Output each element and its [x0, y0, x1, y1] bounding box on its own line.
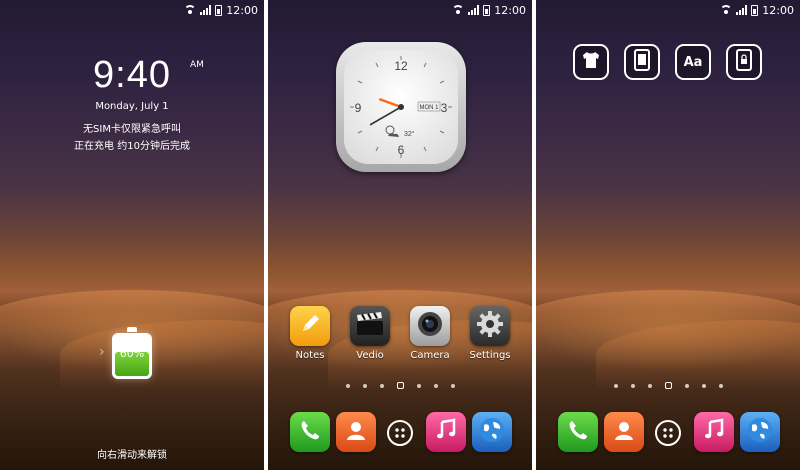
lock-screen: 12:00 9:40 AM Monday, July 1 无SIM卡仅限紧急呼叫… — [0, 0, 264, 470]
camera-app[interactable] — [410, 306, 450, 346]
phone-screen-icon — [634, 49, 650, 75]
page-dot[interactable] — [684, 383, 689, 388]
font-button[interactable]: Aa — [675, 44, 711, 80]
battery-cap — [127, 327, 137, 332]
signal-icon — [200, 5, 212, 15]
chevron-right-icon: › — [99, 344, 105, 360]
page-dot[interactable] — [433, 383, 438, 388]
notes-app[interactable] — [290, 306, 330, 346]
browser-app[interactable] — [740, 412, 780, 452]
page-dot[interactable] — [416, 383, 421, 388]
app-drawer-button[interactable] — [655, 420, 681, 446]
theme-screen: 12:00 Aa — [536, 0, 800, 470]
app-drawer-icon — [394, 424, 406, 443]
am-pm-label: AM — [190, 60, 204, 70]
contact-person-icon — [612, 418, 636, 446]
sim-notice: 无SIM卡仅限紧急呼叫 — [83, 124, 181, 135]
page-dot[interactable] — [630, 383, 635, 388]
clock-center — [398, 104, 404, 110]
clock-numeral-6: 6 — [398, 143, 405, 157]
phone-lock-icon — [736, 49, 752, 75]
globe-icon — [478, 416, 506, 448]
clock-numeral-3: 3 — [441, 101, 448, 115]
music-note-icon — [702, 418, 726, 446]
contacts-app[interactable] — [604, 412, 644, 452]
music-note-icon — [434, 418, 458, 446]
status-bar: 12:00 — [184, 2, 258, 18]
page-indicator — [536, 382, 800, 389]
phone-app[interactable] — [558, 412, 598, 452]
clock-dial: 12 3 6 9 MON 1 32° — [350, 56, 452, 158]
wifi-icon — [720, 5, 733, 15]
gear-icon — [475, 309, 505, 343]
phone-icon — [566, 418, 590, 446]
contacts-app[interactable] — [336, 412, 376, 452]
hour-hand — [379, 98, 403, 109]
lockscreen-button[interactable] — [726, 44, 762, 80]
home-screen: 12:00 12 3 6 9 MON 1 32° Notes Vedio Cam… — [268, 0, 532, 470]
weather-temperature: 32° — [404, 130, 415, 138]
page-dot[interactable] — [450, 383, 455, 388]
battery-icon — [215, 4, 223, 16]
camera-lens-icon — [416, 310, 444, 342]
signal-icon — [468, 5, 480, 15]
app-drawer-button[interactable] — [387, 420, 413, 446]
lock-time: 9:40 — [93, 54, 171, 96]
battery-percent: 60% — [119, 347, 145, 360]
contact-person-icon — [344, 418, 368, 446]
phone-app[interactable] — [290, 412, 330, 452]
page-dot[interactable] — [647, 383, 652, 388]
notes-pencil-icon — [298, 312, 322, 340]
battery-indicator[interactable]: 60% — [112, 333, 152, 379]
signal-icon — [736, 5, 748, 15]
battery-icon — [483, 4, 491, 16]
clock-face: 12 3 6 9 MON 1 32° — [344, 50, 458, 164]
screen-button[interactable] — [624, 44, 660, 80]
status-time: 12:00 — [494, 3, 526, 17]
lock-date: Monday, July 1 — [95, 101, 169, 112]
page-dot[interactable] — [718, 383, 723, 388]
home-page-dot[interactable] — [396, 382, 404, 389]
status-bar: 12:00 — [452, 2, 526, 18]
lock-clock: 9:40 — [0, 54, 264, 97]
page-dot[interactable] — [613, 383, 618, 388]
partly-sunny-icon — [385, 125, 399, 137]
status-bar: 12:00 — [720, 2, 794, 18]
page-dot[interactable] — [345, 383, 350, 388]
status-time: 12:00 — [226, 3, 258, 17]
settings-app[interactable] — [470, 306, 510, 346]
phone-icon — [298, 418, 322, 446]
clock-numeral-9: 9 — [355, 101, 362, 115]
clock-numeral-12: 12 — [394, 59, 408, 73]
music-app[interactable] — [426, 412, 466, 452]
shirt-icon — [581, 51, 601, 73]
charging-status: 正在充电 约10分钟后完成 — [74, 141, 190, 152]
page-dot[interactable] — [379, 383, 384, 388]
status-time: 12:00 — [762, 3, 794, 17]
page-indicator — [268, 382, 532, 389]
minute-hand — [369, 106, 402, 126]
unlock-hint: 向右滑动来解锁 — [97, 450, 167, 461]
clapperboard-icon — [355, 311, 385, 341]
wifi-icon — [452, 5, 465, 15]
date-badge: MON 1 — [419, 105, 439, 111]
globe-icon — [746, 416, 774, 448]
page-dot[interactable] — [701, 383, 706, 388]
vedio-app[interactable] — [350, 306, 390, 346]
font-icon: Aa — [683, 54, 703, 70]
battery-icon — [751, 4, 759, 16]
page-dot[interactable] — [362, 383, 367, 388]
settings-label: Settings — [469, 350, 511, 361]
wifi-icon — [184, 5, 197, 15]
browser-app[interactable] — [472, 412, 512, 452]
theme-button[interactable] — [573, 44, 609, 80]
clock-widget[interactable]: 12 3 6 9 MON 1 32° — [336, 42, 466, 172]
app-drawer-icon — [662, 424, 674, 443]
music-app[interactable] — [694, 412, 734, 452]
home-page-dot[interactable] — [664, 382, 672, 389]
